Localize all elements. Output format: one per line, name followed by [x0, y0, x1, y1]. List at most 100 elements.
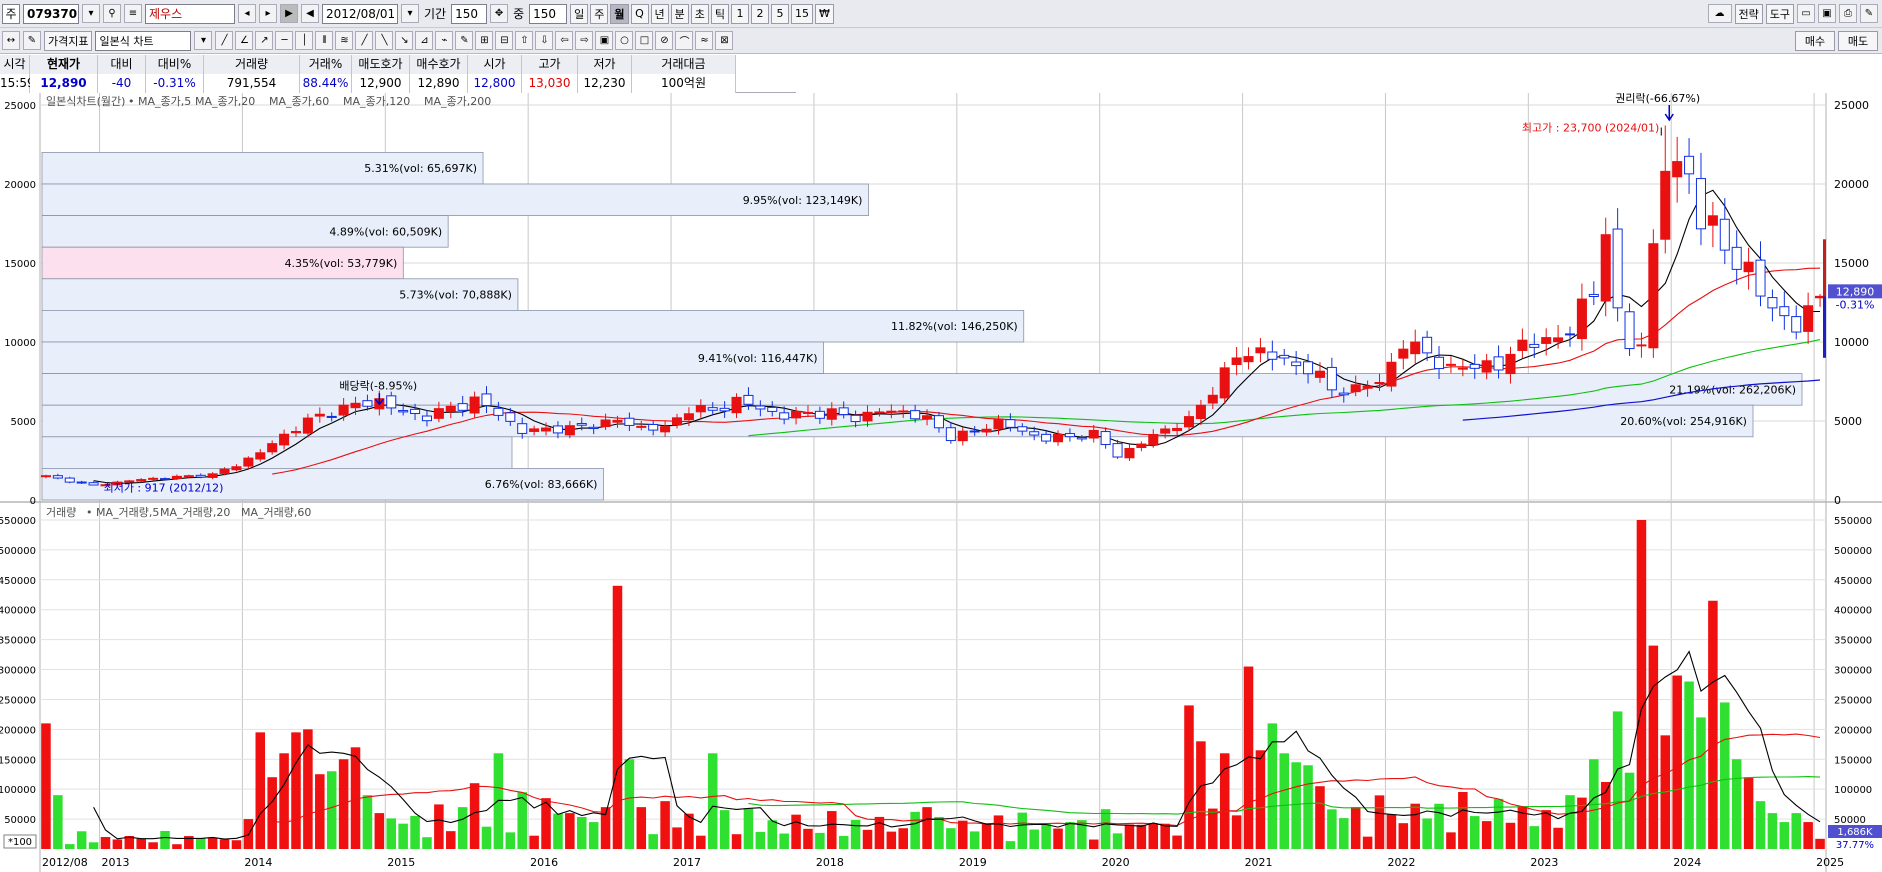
candle-body [493, 407, 504, 416]
candle-body [862, 411, 873, 422]
volume-bar [636, 807, 647, 849]
play-icon[interactable]: ▶ [280, 4, 298, 23]
chart-type-dropdown-icon[interactable]: ▾ [194, 31, 213, 50]
candle-body [1434, 356, 1445, 370]
freq-button[interactable]: 분 [670, 3, 689, 24]
volume-y-tick-label: 550000 [1834, 516, 1872, 527]
volume-bar [65, 844, 75, 849]
draw-tool-icon[interactable]: ╲ [375, 31, 394, 50]
draw-tool-icon[interactable]: ≋ [335, 31, 354, 50]
candle-body [1243, 356, 1254, 363]
draw-tool-icon[interactable]: ⇧ [515, 31, 534, 50]
volume-y-tick-label: 150000 [0, 755, 36, 766]
stock-chart[interactable]: 2012/08 2013 2014 2015 2016 2017 2018 2019 2020 2… [0, 93, 1882, 872]
date-input[interactable]: 2012/08/01 [322, 3, 398, 24]
price-y-tick-label: 0 [1834, 494, 1841, 507]
draw-tool-icon[interactable]: ⌒ [675, 31, 694, 50]
draw-tool-icon[interactable]: ↗ [255, 31, 274, 50]
freq-button[interactable]: 초 [690, 3, 709, 24]
draw-tool-icon[interactable]: ⇦ [555, 31, 574, 50]
draw-tool-icon[interactable]: □ [635, 31, 654, 50]
candle-body [767, 406, 778, 412]
volume-profile-label: 20.60%(vol: 254,916K) [1620, 415, 1747, 428]
period-input[interactable]: 150 [451, 3, 488, 24]
main-toolbar: 주 079370 ▾ ⚲ ≡ 제우스 ◂ ▸ ▶ ◀ 2012/08/01 ▾ … [0, 0, 1882, 28]
candle-body [279, 433, 290, 446]
list-icon[interactable]: ≡ [124, 4, 142, 23]
candle-body [719, 407, 730, 412]
draw-tool-icon[interactable]: ⊘ [655, 31, 674, 50]
candle-body [1160, 428, 1171, 434]
volume-bar [1481, 821, 1492, 849]
volume-y-tick-label: 50000 [1834, 815, 1866, 826]
stock-code-input[interactable]: 079370 [23, 3, 79, 24]
candle-body [671, 417, 683, 426]
draw-tool-icon[interactable]: ⊿ [415, 31, 434, 50]
draw-tool-icon[interactable]: ⫴ [315, 31, 334, 50]
freq-button[interactable]: 년 [650, 3, 669, 24]
buy-button[interactable]: 매수 [1795, 30, 1835, 51]
draw-tool-icon[interactable]: ⇩ [535, 31, 554, 50]
market-prefix[interactable]: 주 [2, 3, 20, 24]
wrench-icon[interactable]: ✎ [1860, 3, 1878, 23]
print-icon[interactable]: ⎙ [1839, 3, 1857, 23]
draw-tool-icon[interactable]: ▣ [595, 31, 614, 50]
draw-tool-icon[interactable]: ╱ [355, 31, 374, 50]
freq-button[interactable]: 틱 [710, 3, 730, 24]
edit-icon[interactable]: ✎ [23, 31, 41, 50]
freq-button[interactable]: 5 [771, 3, 790, 24]
freq-button[interactable]: 일 [570, 3, 589, 24]
candle-body [1029, 431, 1040, 436]
strategy-button[interactable]: 전략 [1734, 3, 1763, 24]
draw-tool-icon[interactable]: ✎ [455, 31, 474, 50]
freq-button[interactable]: 15 [791, 3, 814, 24]
cloud-icon[interactable]: ☁ [1707, 3, 1732, 23]
volume-bar [1624, 772, 1635, 849]
draw-tool-icon[interactable]: ∠ [235, 31, 254, 50]
volume-bar [1279, 753, 1290, 849]
info-value: 12,230 [578, 74, 632, 93]
freq-button[interactable]: 2 [751, 3, 770, 24]
screen-icon[interactable]: ▭ [1797, 3, 1815, 23]
freq-button[interactable]: 주 [590, 3, 609, 24]
volume-bar [719, 810, 730, 849]
draw-tool-icon[interactable]: │ [295, 31, 314, 50]
candle-body [457, 403, 468, 411]
info-header: 시가 [468, 55, 522, 74]
draw-tool-icon[interactable]: ⊠ [715, 31, 734, 50]
count-input[interactable]: 150 [529, 3, 568, 24]
draw-tool-icon[interactable]: ↘ [395, 31, 414, 50]
code-dropdown-icon[interactable]: ▾ [82, 4, 100, 23]
draw-tool-icon[interactable]: ⇨ [575, 31, 594, 50]
freq-button[interactable]: ₩ [815, 3, 834, 24]
draw-tool-icon[interactable]: ⊞ [475, 31, 494, 50]
calendar-dropdown-icon[interactable]: ▾ [401, 4, 419, 23]
volume-bar [1350, 807, 1361, 849]
candle-body [1505, 353, 1516, 375]
draw-tool-icon[interactable]: ⌁ [435, 31, 454, 50]
freq-button[interactable]: 1 [731, 3, 750, 24]
draw-tool-icon[interactable]: ─ [275, 31, 294, 50]
prev-arrow-icon[interactable]: ◂ [238, 4, 256, 23]
volume-bar [326, 771, 337, 849]
draw-tool-icon[interactable]: ⊟ [495, 31, 514, 50]
freq-button[interactable]: Q [630, 3, 649, 24]
zoom-icon[interactable]: ✥ [490, 4, 509, 23]
expand-icon[interactable]: ↔ [2, 31, 20, 50]
back-icon[interactable]: ◀ [301, 4, 319, 23]
chart-type-select[interactable]: 일본식 차트 [95, 30, 192, 51]
draw-tool-icon[interactable]: ○ [615, 31, 634, 50]
next-arrow-icon[interactable]: ▸ [259, 4, 277, 23]
volume-bar [1541, 810, 1551, 849]
freq-button[interactable]: 월 [610, 3, 629, 24]
candle-body [707, 407, 718, 411]
indicator-button[interactable]: 가격지표 [44, 30, 93, 51]
sell-button[interactable]: 매도 [1838, 30, 1878, 51]
info-header: 대비% [146, 55, 204, 74]
price-chart-title: 일본식차트(월간) [46, 94, 125, 108]
tools-button[interactable]: 도구 [1765, 3, 1794, 24]
search-icon[interactable]: ⚲ [103, 4, 121, 23]
draw-tool-icon[interactable]: ≈ [695, 31, 714, 50]
save-icon[interactable]: ▣ [1818, 3, 1836, 23]
draw-tool-icon[interactable]: ╱ [215, 31, 234, 50]
